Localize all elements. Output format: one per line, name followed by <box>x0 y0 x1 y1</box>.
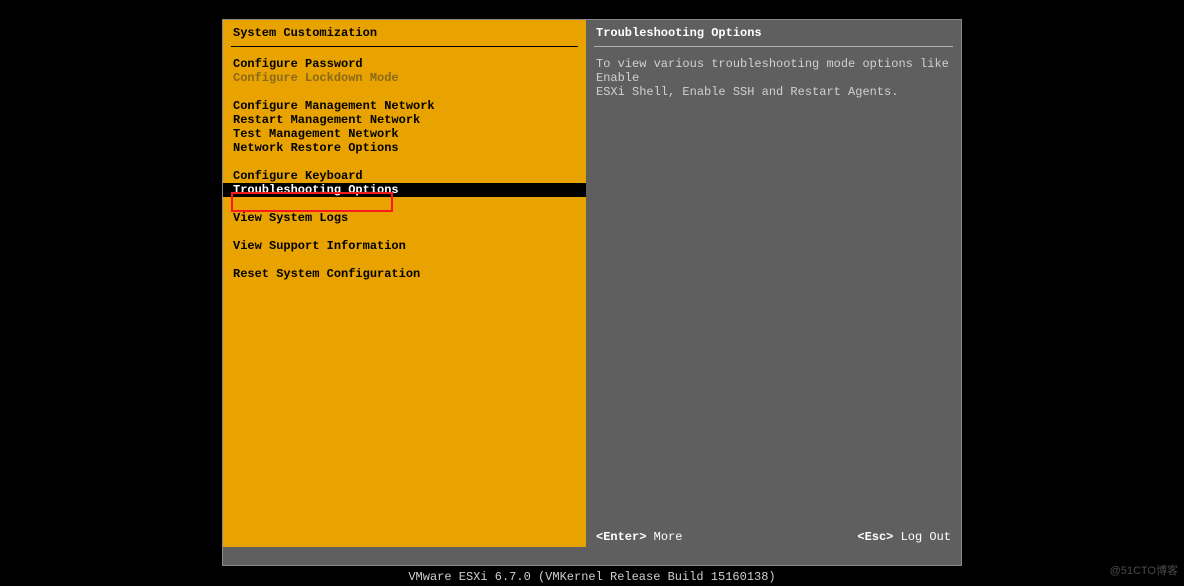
menu-item-configure-lockdown-mode[interactable]: Configure Lockdown Mode <box>233 71 576 85</box>
right-title-underline <box>594 46 953 47</box>
menu: Configure Password Configure Lockdown Mo… <box>223 57 586 281</box>
menu-item-test-management-network[interactable]: Test Management Network <box>233 127 576 141</box>
right-pane-title: Troubleshooting Options <box>586 20 961 46</box>
description-line-2: ESXi Shell, Enable SSH and Restart Agent… <box>586 85 961 99</box>
menu-item-reset-system-configuration[interactable]: Reset System Configuration <box>233 267 576 281</box>
action-bar: <Enter> More <Esc> Log Out <box>586 527 961 547</box>
menu-item-network-restore-options[interactable]: Network Restore Options <box>233 141 576 155</box>
esc-label: Log Out <box>893 530 951 544</box>
left-pane: System Customization Configure Password … <box>223 20 586 547</box>
watermark: @51CTO博客 <box>1110 562 1178 578</box>
menu-spacer <box>233 197 576 211</box>
menu-item-view-support-information[interactable]: View Support Information <box>233 239 576 253</box>
menu-spacer <box>233 225 576 239</box>
menu-item-restart-management-network[interactable]: Restart Management Network <box>233 113 576 127</box>
menu-item-configure-management-network[interactable]: Configure Management Network <box>233 99 576 113</box>
console-window: System Customization Configure Password … <box>222 19 962 566</box>
esc-key: <Esc> <box>857 530 893 544</box>
right-pane: Troubleshooting Options To view various … <box>586 20 961 547</box>
action-esc[interactable]: <Esc> Log Out <box>774 530 952 544</box>
menu-item-view-system-logs[interactable]: View System Logs <box>233 211 576 225</box>
enter-key: <Enter> <box>596 530 646 544</box>
menu-spacer <box>233 155 576 169</box>
left-title-underline <box>231 46 578 47</box>
description-line-1: To view various troubleshooting mode opt… <box>586 57 961 85</box>
menu-item-configure-password[interactable]: Configure Password <box>233 57 576 71</box>
menu-item-configure-keyboard[interactable]: Configure Keyboard <box>233 169 576 183</box>
enter-label: More <box>646 530 682 544</box>
left-pane-title: System Customization <box>223 20 586 46</box>
menu-item-troubleshooting-options[interactable]: Troubleshooting Options <box>223 183 586 197</box>
menu-spacer <box>233 85 576 99</box>
action-enter[interactable]: <Enter> More <box>596 530 774 544</box>
menu-spacer <box>233 253 576 267</box>
footer-version: VMware ESXi 6.7.0 (VMKernel Release Buil… <box>0 570 1184 586</box>
